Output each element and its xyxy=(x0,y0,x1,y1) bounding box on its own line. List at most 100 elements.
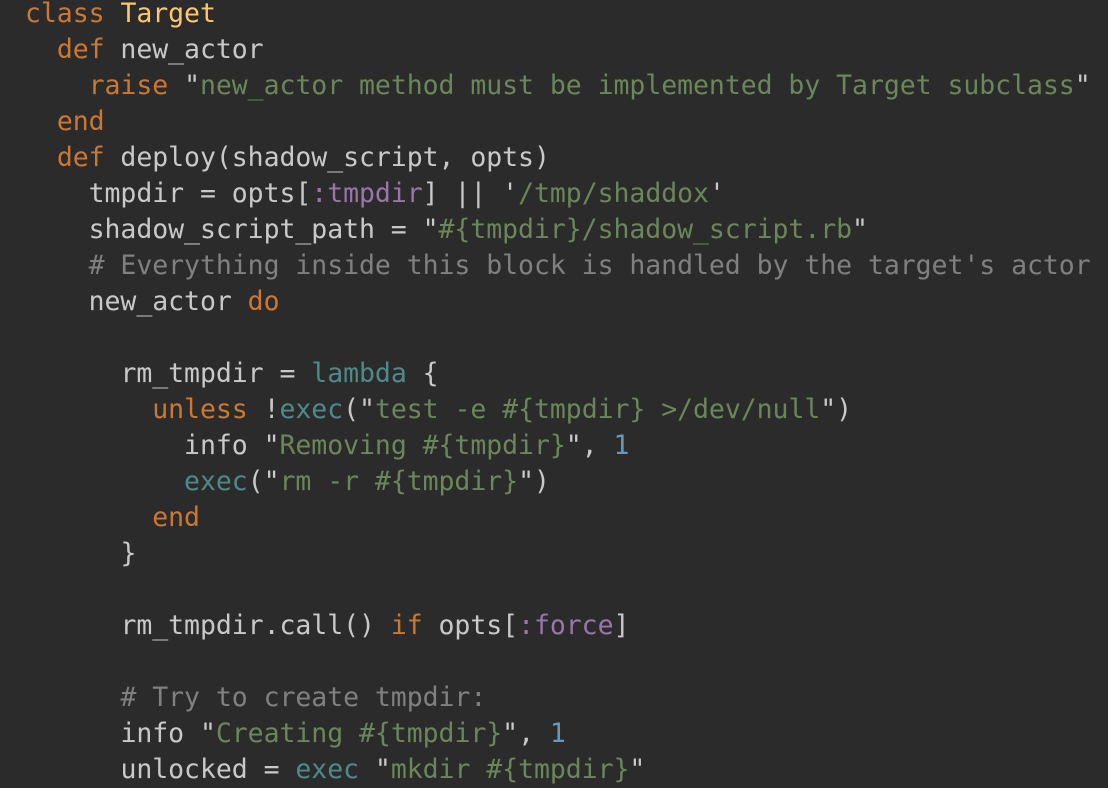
string-literal: test -e #{tmpdir} >/dev/null xyxy=(374,394,821,425)
code-line[interactable]: end xyxy=(25,500,1091,536)
code-text: new_actor xyxy=(88,286,248,317)
code-line[interactable]: unlocked = exec "mkdir #{tmpdir}" xyxy=(25,752,1091,788)
code-line[interactable]: } xyxy=(25,536,1091,572)
keyword: do xyxy=(247,286,280,317)
string-delimiter: " xyxy=(374,754,391,785)
string-literal: #{tmpdir}/shadow_script.rb xyxy=(438,214,853,245)
code-line[interactable]: unless !exec("test -e #{tmpdir} >/dev/nu… xyxy=(25,392,1091,428)
number-literal: 1 xyxy=(549,718,566,749)
string-delimiter: ' xyxy=(502,178,519,209)
string-literal: Removing #{tmpdir} xyxy=(279,430,566,461)
code-text: ( xyxy=(343,394,360,425)
code-line[interactable]: info "Removing #{tmpdir}", 1 xyxy=(25,428,1091,464)
code-text: , xyxy=(581,430,614,461)
keyword: def xyxy=(56,142,105,173)
code-line[interactable] xyxy=(25,644,1091,680)
keyword: unless xyxy=(152,394,248,425)
string-delimiter: " xyxy=(518,466,534,497)
keyword: class xyxy=(25,0,105,29)
code-line[interactable]: def deploy(shadow_script, opts) xyxy=(25,140,1091,176)
code-text: ) xyxy=(533,466,550,497)
code-line[interactable]: tmpdir = opts[:tmpdir] || '/tmp/shaddox' xyxy=(25,176,1091,212)
string-literal: rm -r #{tmpdir} xyxy=(279,466,519,497)
code-text: info xyxy=(120,718,200,749)
code-line[interactable] xyxy=(25,572,1091,608)
code-line[interactable]: rm_tmpdir = lambda { xyxy=(25,356,1091,392)
code-line[interactable]: shadow_script_path = "#{tmpdir}/shadow_s… xyxy=(25,212,1091,248)
code-text: } xyxy=(120,538,137,569)
code-line[interactable]: end xyxy=(25,104,1091,140)
string-delimiter: " xyxy=(852,214,868,245)
string-literal: Creating #{tmpdir} xyxy=(215,718,503,749)
class-name: Target xyxy=(120,0,216,29)
string-literal: /tmp/shaddox xyxy=(518,178,709,209)
string-delimiter: " xyxy=(629,754,646,785)
comment: # Everything inside this block is handle… xyxy=(88,250,1091,281)
code-line[interactable]: raise "new_actor method must be implemen… xyxy=(25,68,1091,104)
builtin-method: exec xyxy=(184,466,248,497)
symbol: :force xyxy=(518,610,614,641)
code-line[interactable]: # Try to create tmpdir: xyxy=(25,680,1091,716)
string-delimiter: " xyxy=(1074,70,1091,101)
code-text: ] || xyxy=(422,178,503,209)
builtin-method: lambda xyxy=(311,358,407,389)
code-line[interactable] xyxy=(25,320,1091,356)
string-delimiter: " xyxy=(502,718,519,749)
code-text: info xyxy=(184,430,264,461)
code-text: rm_tmpdir = xyxy=(120,358,312,389)
comment: # Try to create tmpdir: xyxy=(120,682,487,713)
code-line[interactable]: info "Creating #{tmpdir}", 1 xyxy=(25,716,1091,752)
code-text: ] xyxy=(613,610,630,641)
code-line[interactable]: exec("rm -r #{tmpdir}") xyxy=(25,464,1091,500)
string-literal: mkdir #{tmpdir} xyxy=(390,754,630,785)
string-delimiter: " xyxy=(184,70,200,101)
string-delimiter: " xyxy=(263,430,280,461)
code-text: ( xyxy=(247,466,264,497)
code-line[interactable]: rm_tmpdir.call() if opts[:force] xyxy=(25,608,1091,644)
string-delimiter: " xyxy=(820,394,837,425)
code-line[interactable]: # Everything inside this block is handle… xyxy=(25,248,1091,284)
string-literal: new_actor method must be implemented by … xyxy=(199,70,1075,101)
string-delimiter: " xyxy=(199,718,216,749)
keyword: end xyxy=(152,502,200,533)
code-text: deploy(shadow_script, opts) xyxy=(104,142,550,173)
code-line[interactable]: new_actor do xyxy=(25,284,1091,320)
code-editor[interactable]: class Target def new_actor raise "new_ac… xyxy=(25,0,1091,788)
code-text: tmpdir = opts[ xyxy=(88,178,312,209)
builtin-method: exec xyxy=(295,754,360,785)
code-line[interactable]: class Target xyxy=(25,0,1091,32)
code-text: , xyxy=(518,718,550,749)
code-text: { xyxy=(406,358,439,389)
code-text: rm_tmpdir.call() xyxy=(120,610,391,641)
keyword: if xyxy=(390,610,423,641)
string-delimiter: " xyxy=(263,466,280,497)
symbol: :tmpdir xyxy=(311,178,423,209)
keyword: end xyxy=(56,106,105,137)
code-line[interactable]: def new_actor xyxy=(25,32,1091,68)
number-literal: 1 xyxy=(613,430,630,461)
code-text: ) xyxy=(836,394,853,425)
code-text: unlocked = xyxy=(120,754,296,785)
code-text: new_actor xyxy=(104,34,264,65)
string-delimiter: " xyxy=(422,214,439,245)
string-delimiter: " xyxy=(565,430,582,461)
